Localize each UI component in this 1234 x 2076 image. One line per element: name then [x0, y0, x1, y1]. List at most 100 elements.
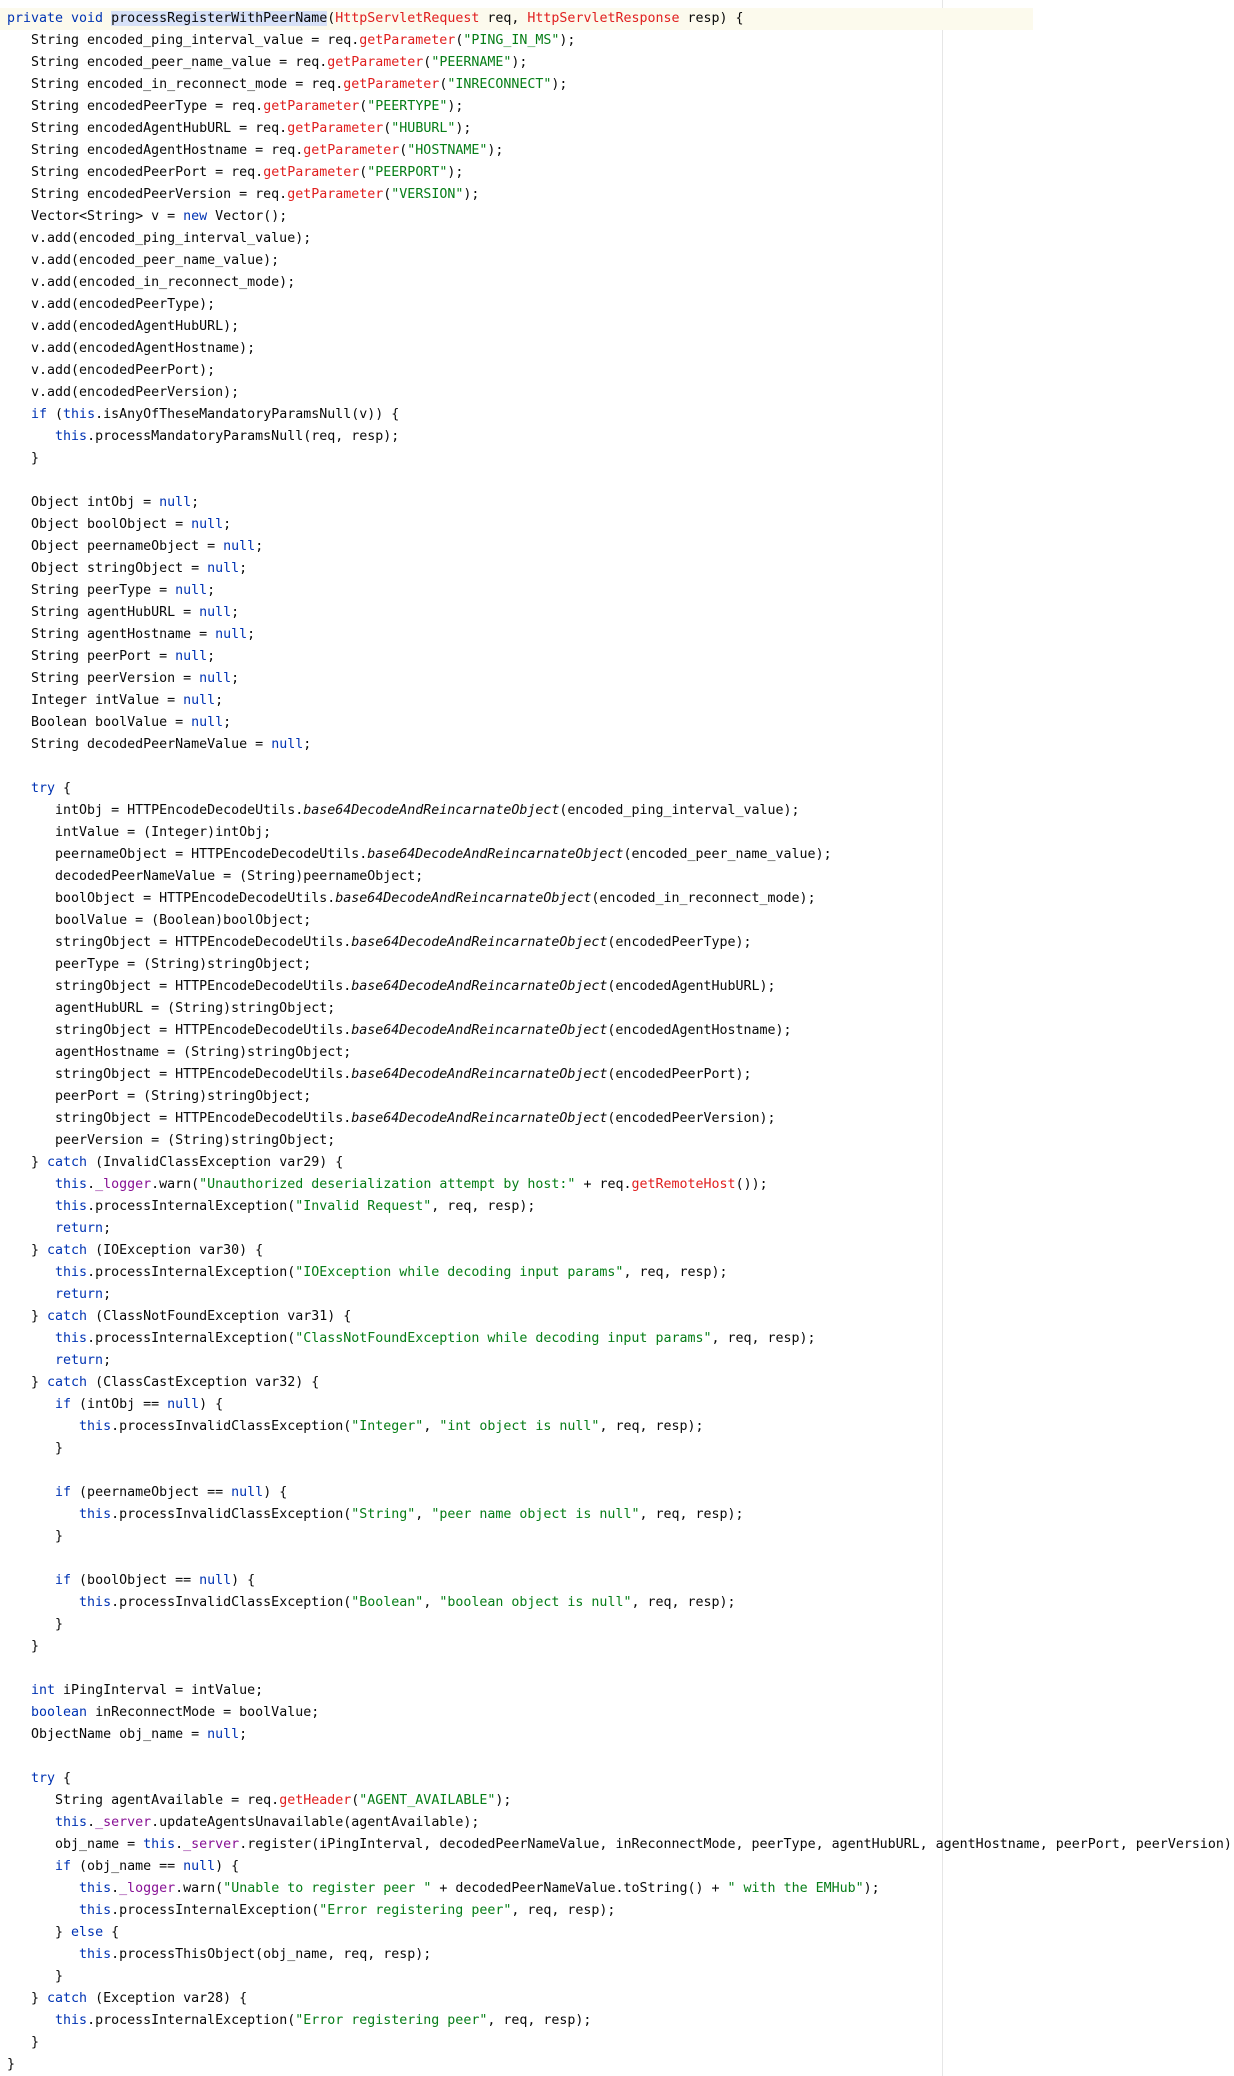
- code-area[interactable]: private void processRegisterWithPeerName…: [0, 8, 1234, 2076]
- code-line[interactable]: try {: [7, 778, 1234, 800]
- code-line[interactable]: if (peernameObject == null) {: [7, 1482, 1234, 1504]
- code-line[interactable]: this._logger.warn("Unable to register pe…: [7, 1878, 1234, 1900]
- code-line[interactable]: this.processThisObject(obj_name, req, re…: [7, 1944, 1234, 1966]
- code-line[interactable]: this.processInternalException("ClassNotF…: [7, 1328, 1234, 1350]
- code-editor[interactable]: private void processRegisterWithPeerName…: [0, 0, 1234, 2076]
- code-line[interactable]: }: [7, 2032, 1234, 2054]
- code-line[interactable]: }: [7, 1636, 1234, 1658]
- code-line[interactable]: [7, 470, 1234, 492]
- code-line[interactable]: this.processInvalidClassException("Integ…: [7, 1416, 1234, 1438]
- code-line[interactable]: decodedPeerNameValue = (String)peernameO…: [7, 866, 1234, 888]
- code-line[interactable]: v.add(encodedPeerPort);: [7, 360, 1234, 382]
- code-line[interactable]: } catch (InvalidClassException var29) {: [7, 1152, 1234, 1174]
- code-line[interactable]: stringObject = HTTPEncodeDecodeUtils.bas…: [7, 976, 1234, 998]
- code-line[interactable]: Object intObj = null;: [7, 492, 1234, 514]
- code-line[interactable]: v.add(encodedAgentHubURL);: [7, 316, 1234, 338]
- code-line[interactable]: if (intObj == null) {: [7, 1394, 1234, 1416]
- code-line[interactable]: try {: [7, 1768, 1234, 1790]
- code-line[interactable]: Object peernameObject = null;: [7, 536, 1234, 558]
- code-line[interactable]: this._server.updateAgentsUnavailable(age…: [7, 1812, 1234, 1834]
- code-line[interactable]: }: [7, 448, 1234, 470]
- code-line[interactable]: if (boolObject == null) {: [7, 1570, 1234, 1592]
- code-line[interactable]: v.add(encodedPeerType);: [7, 294, 1234, 316]
- code-line[interactable]: Object stringObject = null;: [7, 558, 1234, 580]
- code-token: (IOException var30) {: [87, 1243, 264, 1258]
- code-line[interactable]: Integer intValue = null;: [7, 690, 1234, 712]
- code-line[interactable]: this.processInternalException("Invalid R…: [7, 1196, 1234, 1218]
- code-line[interactable]: String agentHostname = null;: [7, 624, 1234, 646]
- code-line[interactable]: String peerVersion = null;: [7, 668, 1234, 690]
- code-line[interactable]: Vector<String> v = new Vector();: [7, 206, 1234, 228]
- code-line[interactable]: if (obj_name == null) {: [7, 1856, 1234, 1878]
- code-line[interactable]: int iPingInterval = intValue;: [7, 1680, 1234, 1702]
- code-line[interactable]: ObjectName obj_name = null;: [7, 1724, 1234, 1746]
- code-line[interactable]: stringObject = HTTPEncodeDecodeUtils.bas…: [7, 1020, 1234, 1042]
- code-line[interactable]: stringObject = HTTPEncodeDecodeUtils.bas…: [7, 932, 1234, 954]
- code-line[interactable]: peernameObject = HTTPEncodeDecodeUtils.b…: [7, 844, 1234, 866]
- code-line[interactable]: } catch (ClassNotFoundException var31) {: [7, 1306, 1234, 1328]
- code-line[interactable]: [7, 1548, 1234, 1570]
- code-line[interactable]: peerPort = (String)stringObject;: [7, 1086, 1234, 1108]
- code-token: this: [7, 1177, 88, 1192]
- code-line[interactable]: Object boolObject = null;: [7, 514, 1234, 536]
- code-line[interactable]: boolValue = (Boolean)boolObject;: [7, 910, 1234, 932]
- code-line[interactable]: } catch (Exception var28) {: [7, 1988, 1234, 2010]
- code-line[interactable]: if (this.isAnyOfTheseMandatoryParamsNull…: [7, 404, 1234, 426]
- code-line[interactable]: this.processInternalException("Error reg…: [7, 1900, 1234, 1922]
- code-line[interactable]: String encodedAgentHubURL = req.getParam…: [7, 118, 1234, 140]
- code-line[interactable]: boolObject = HTTPEncodeDecodeUtils.base6…: [7, 888, 1234, 910]
- code-line[interactable]: intObj = HTTPEncodeDecodeUtils.base64Dec…: [7, 800, 1234, 822]
- code-line[interactable]: return;: [7, 1350, 1234, 1372]
- code-line[interactable]: } catch (ClassCastException var32) {: [7, 1372, 1234, 1394]
- code-line[interactable]: v.add(encodedAgentHostname);: [7, 338, 1234, 360]
- code-line[interactable]: String encoded_peer_name_value = req.get…: [7, 52, 1234, 74]
- code-line[interactable]: this.processInternalException("IOExcepti…: [7, 1262, 1234, 1284]
- code-line[interactable]: String peerPort = null;: [7, 646, 1234, 668]
- code-line[interactable]: [7, 1460, 1234, 1482]
- code-line[interactable]: String encoded_in_reconnect_mode = req.g…: [7, 74, 1234, 96]
- code-line[interactable]: agentHubURL = (String)stringObject;: [7, 998, 1234, 1020]
- code-line[interactable]: String decodedPeerNameValue = null;: [7, 734, 1234, 756]
- code-line[interactable]: [7, 756, 1234, 778]
- code-token: private void: [7, 11, 112, 26]
- code-line[interactable]: }: [7, 1526, 1234, 1548]
- code-line[interactable]: String encoded_ping_interval_value = req…: [7, 30, 1234, 52]
- code-line[interactable]: Boolean boolValue = null;: [7, 712, 1234, 734]
- code-line[interactable]: }: [7, 1614, 1234, 1636]
- code-line[interactable]: } catch (IOException var30) {: [7, 1240, 1234, 1262]
- code-line[interactable]: intValue = (Integer)intObj;: [7, 822, 1234, 844]
- code-line[interactable]: String encodedAgentHostname = req.getPar…: [7, 140, 1234, 162]
- code-line[interactable]: stringObject = HTTPEncodeDecodeUtils.bas…: [7, 1064, 1234, 1086]
- code-line[interactable]: v.add(encoded_peer_name_value);: [7, 250, 1234, 272]
- code-line[interactable]: this.processInvalidClassException("Strin…: [7, 1504, 1234, 1526]
- code-line[interactable]: [7, 1658, 1234, 1680]
- code-line[interactable]: this._logger.warn("Unauthorized deserial…: [7, 1174, 1234, 1196]
- code-line[interactable]: return;: [7, 1218, 1234, 1240]
- code-line[interactable]: boolean inReconnectMode = boolValue;: [7, 1702, 1234, 1724]
- code-line[interactable]: peerType = (String)stringObject;: [7, 954, 1234, 976]
- code-line[interactable]: stringObject = HTTPEncodeDecodeUtils.bas…: [7, 1108, 1234, 1130]
- code-token: );: [447, 99, 464, 114]
- code-line[interactable]: }: [7, 1438, 1234, 1460]
- code-line[interactable]: String peerType = null;: [7, 580, 1234, 602]
- code-line[interactable]: }: [7, 2054, 1234, 2076]
- code-line[interactable]: this.processInvalidClassException("Boole…: [7, 1592, 1234, 1614]
- code-line[interactable]: v.add(encodedPeerVersion);: [7, 382, 1234, 404]
- code-line[interactable]: String encodedPeerPort = req.getParamete…: [7, 162, 1234, 184]
- code-line[interactable]: String encodedPeerType = req.getParamete…: [7, 96, 1234, 118]
- code-line[interactable]: return;: [7, 1284, 1234, 1306]
- code-line[interactable]: agentHostname = (String)stringObject;: [7, 1042, 1234, 1064]
- code-line[interactable]: String agentAvailable = req.getHeader("A…: [7, 1790, 1234, 1812]
- code-line[interactable]: this.processInternalException("Error reg…: [7, 2010, 1234, 2032]
- code-line[interactable]: [7, 1746, 1234, 1768]
- code-line[interactable]: }: [7, 1966, 1234, 1988]
- code-line[interactable]: peerVersion = (String)stringObject;: [7, 1130, 1234, 1152]
- code-line[interactable]: } else {: [7, 1922, 1234, 1944]
- code-line[interactable]: v.add(encoded_in_reconnect_mode);: [7, 272, 1234, 294]
- code-line[interactable]: private void processRegisterWithPeerName…: [0, 8, 1033, 30]
- code-line[interactable]: this.processMandatoryParamsNull(req, res…: [7, 426, 1234, 448]
- code-line[interactable]: String encodedPeerVersion = req.getParam…: [7, 184, 1234, 206]
- code-line[interactable]: String agentHubURL = null;: [7, 602, 1234, 624]
- code-line[interactable]: obj_name = this._server.register(iPingIn…: [7, 1834, 1234, 1856]
- code-line[interactable]: v.add(encoded_ping_interval_value);: [7, 228, 1234, 250]
